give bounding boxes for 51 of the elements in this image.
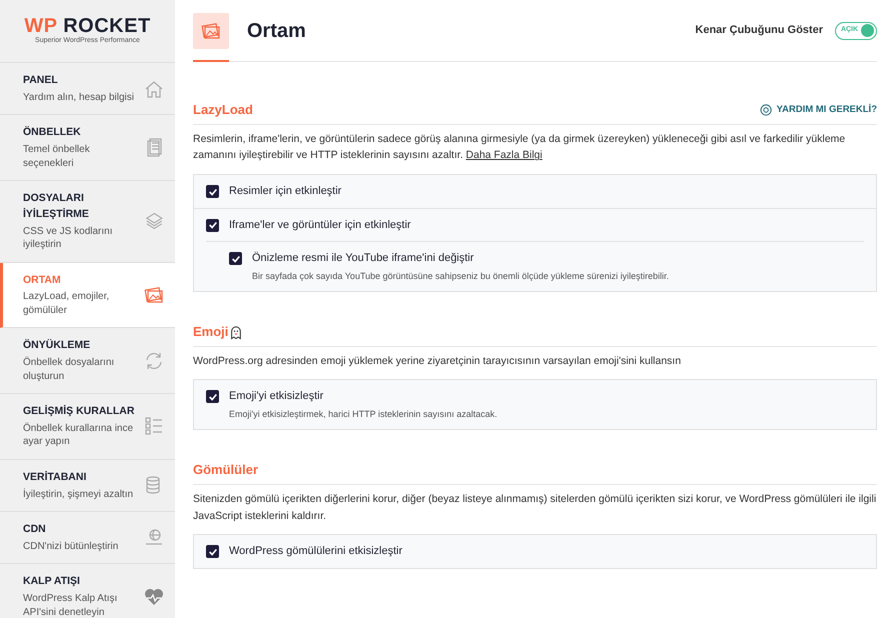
checkbox[interactable] (229, 252, 242, 266)
nav-subtitle: Temel önbellek seçenekleri (23, 143, 91, 170)
page-title: Ortam (247, 18, 306, 44)
nav-subtitle: Yardım alın, hesap bilgisi (23, 90, 135, 104)
checkbox[interactable] (206, 390, 219, 404)
nav-title: KALP ATIŞI (23, 574, 81, 590)
sidebar-item[interactable]: ÖNBELLEK Temel önbellek seçenekleri (0, 115, 175, 181)
option-label: Iframe'ler ve görüntüler için etkinleştir (229, 218, 411, 233)
section-description: Resimlerin, iframe'lerin, ve görüntülerin sadece görüş alanına girmesiyle (ya da girmek üzereyken) yükleneceği gibi asıl ve farkedilir yükleme zamanını iyileştirebilir ve HTTP isteklerinin sayısını azaltır. Daha Fazla Bilgi (193, 132, 846, 164)
nav-title: DOSYALARI İYİLEŞTİRME (23, 191, 90, 222)
sidebar-item[interactable]: KALP ATIŞI WordPress Kalp Atışı API'sini denetleyin (0, 564, 175, 618)
section-title: Gömülüler (193, 461, 258, 480)
option-label: WordPress gömülülerini etkisizleştir (229, 544, 402, 560)
list-icon (143, 415, 165, 438)
section-title: Emoji (193, 323, 228, 342)
option-label: Resimler için etkinleştir (229, 184, 342, 200)
checkbox[interactable] (206, 545, 219, 558)
checkbox[interactable] (206, 185, 219, 198)
more-info-link[interactable]: Daha Fazla Bilgi (466, 149, 542, 162)
section-title: LazyLoad (193, 101, 253, 119)
sidebar-item[interactable]: ORTAM LazyLoad, emojiler, gömülüler (0, 262, 175, 328)
nav-subtitle: Önbellek dosyalarını oluşturun (23, 356, 116, 383)
option-label: Emoji'yi etkisizleştir (229, 389, 324, 404)
section-description: Sitenizden gömülü içerikten diğerlerini korur, diğer (beyaz listeye alınmamış) sitelerden gömülü içerikten sizi korur, ve WordPress gömülüleri ile ilgili JavaScript isteklerini kaldırır. (193, 492, 877, 524)
nav-title: VERİTABANI (23, 470, 88, 485)
sidebar-item[interactable]: CDN CDN'nizi bütünleştirin (0, 512, 175, 564)
nav-subtitle: CSS ve JS kodlarını iyileştirin (23, 224, 114, 252)
option-label: Önizleme resmi ile YouTube iframe'ini değiştir (252, 250, 475, 266)
option-description: Emoji'yi etkisizleştirmek, harici HTTP isteklerinin sayısını azaltacak. (229, 408, 498, 421)
nav-title: ÖNYÜKLEME (23, 338, 92, 354)
nav-subtitle: Önbellek kurallarına ince ayar yapın (23, 422, 134, 449)
sidebar-item[interactable]: PANEL Yardım alın, hesap bilgisi (0, 63, 175, 116)
nav-title: ORTAM (23, 272, 62, 288)
nav-subtitle: WordPress Kalp Atışı API'sini denetleyin (23, 592, 118, 618)
nav-subtitle: LazyLoad, emojiler, gömülüler (23, 290, 110, 318)
sidebar-item[interactable]: GELİŞMİŞ KURALLAR Önbellek kurallarına ince ayar yapın (0, 394, 175, 460)
section-description: WordPress.org adresinden emoji yüklemek yerine ziyaretçinin tarayıcısının varsayılan emoji'sini kullansın (193, 354, 682, 369)
toggle-label: Kenar Çubuğunu Göster (695, 23, 823, 38)
sidebar-item[interactable]: ÖNYÜKLEME Önbellek dosyalarını oluşturun (0, 328, 175, 394)
nav-subtitle: CDN'nizi bütünleştirin (23, 540, 120, 554)
lifebuoy-icon (758, 102, 773, 117)
nav-title: GELİŞMİŞ KURALLAR (23, 404, 136, 419)
sidebar-item[interactable]: VERİTABANI İyileştirin, şişmeyi azaltın (0, 460, 175, 512)
option-description: Bir sayfada çok sayıda YouTube görüntüsüne sahipseniz bu önemli ölçüde yükleme sürenizi iyileştirebilir. (252, 270, 669, 283)
logo-wordmark: WP ROCKET (24, 16, 151, 36)
nav-title: ÖNBELLEK (23, 125, 82, 140)
checkbox[interactable] (206, 218, 219, 232)
help-link[interactable]: YARDIM MI GEREKLİ? (758, 102, 877, 117)
nav-title: CDN (23, 522, 47, 537)
nav-subtitle: İyileştirin, şişmeyi azaltın (23, 488, 134, 501)
nav-title: PANEL (23, 73, 59, 88)
